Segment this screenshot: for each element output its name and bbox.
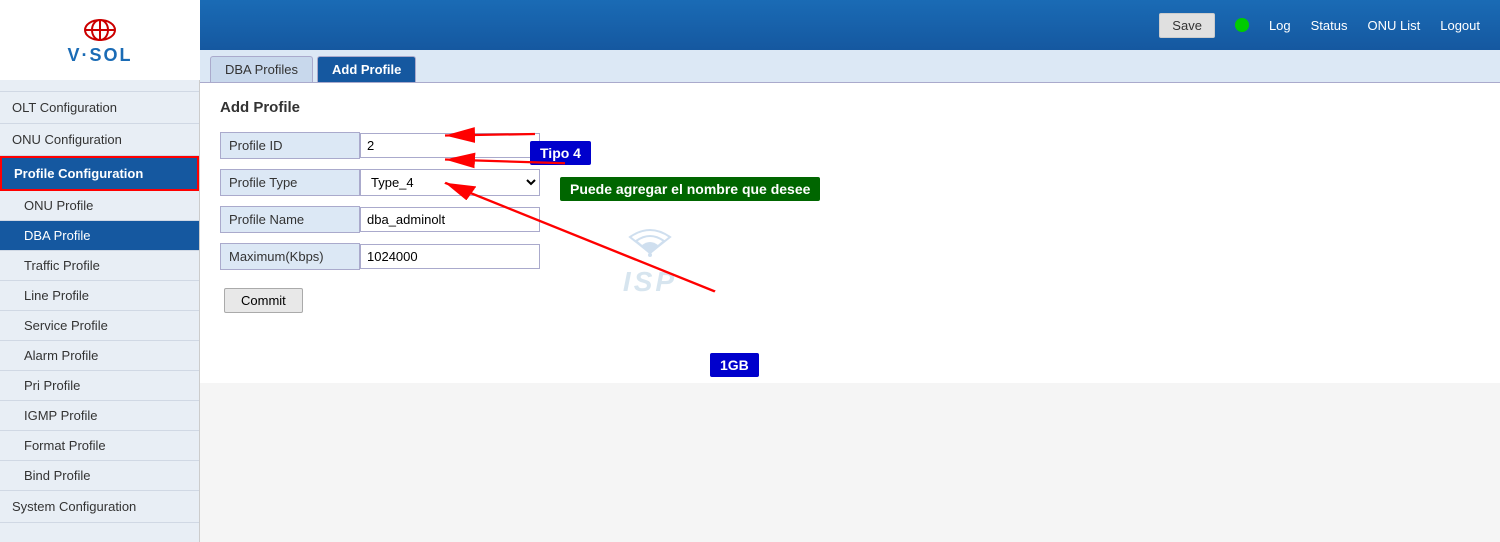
vsol-icon	[80, 15, 120, 45]
sidebar-item-dba-profile[interactable]: DBA Profile	[0, 221, 199, 251]
annotation-nombre: Puede agregar el nombre que desee	[560, 177, 820, 201]
form-row-profile-id: Profile ID	[220, 132, 1480, 159]
sidebar-item-format-profile[interactable]: Format Profile	[0, 431, 199, 461]
status-link[interactable]: Status	[1311, 18, 1348, 33]
sidebar-item-bind-profile[interactable]: Bind Profile	[0, 461, 199, 491]
sidebar-item-line-profile[interactable]: Line Profile	[0, 281, 199, 311]
status-indicator	[1235, 18, 1249, 32]
sidebar-item-onu-profile[interactable]: ONU Profile	[0, 191, 199, 221]
header: V·SOL Save Log Status ONU List Logout	[0, 0, 1500, 50]
header-right: Save Log Status ONU List Logout	[1159, 13, 1480, 38]
isp-watermark: ISP	[620, 223, 680, 298]
maximum-kbps-input[interactable]	[360, 244, 540, 269]
sidebar-item-service-profile[interactable]: Service Profile	[0, 311, 199, 341]
onu-list-link[interactable]: ONU List	[1368, 18, 1421, 33]
sidebar: OLT Information OLT Configuration ONU Co…	[0, 50, 200, 542]
sidebar-item-olt-configuration[interactable]: OLT Configuration	[0, 92, 199, 124]
form-row-profile-type: Profile Type Type_1 Type_2 Type_3 Type_4…	[220, 169, 1480, 196]
profile-id-label: Profile ID	[220, 132, 360, 159]
vsol-logo: V·SOL	[67, 15, 132, 66]
sidebar-item-onu-configuration[interactable]: ONU Configuration	[0, 124, 199, 156]
commit-button[interactable]: Commit	[224, 288, 303, 313]
sidebar-item-igmp-profile[interactable]: IGMP Profile	[0, 401, 199, 431]
sidebar-item-traffic-profile[interactable]: Traffic Profile	[0, 251, 199, 281]
sidebar-item-system-configuration[interactable]: System Configuration	[0, 491, 199, 523]
tab-bar: DBA Profiles Add Profile	[200, 50, 1500, 83]
form-row-maximum-kbps: Maximum(Kbps)	[220, 243, 1480, 270]
logo-area: V·SOL	[0, 0, 200, 80]
main-content: DBA Profiles Add Profile Add Profile Pro…	[200, 50, 1500, 542]
profile-name-label: Profile Name	[220, 206, 360, 233]
maximum-kbps-label: Maximum(Kbps)	[220, 243, 360, 270]
profile-id-input[interactable]	[360, 133, 540, 158]
layout: OLT Information OLT Configuration ONU Co…	[0, 50, 1500, 542]
logout-link[interactable]: Logout	[1440, 18, 1480, 33]
profile-type-select[interactable]: Type_1 Type_2 Type_3 Type_4 Type_5	[360, 169, 540, 196]
wifi-icon	[620, 223, 680, 263]
profile-name-input[interactable]	[360, 207, 540, 232]
isp-text: ISP	[620, 266, 680, 298]
tab-dba-profiles[interactable]: DBA Profiles	[210, 56, 313, 82]
tab-add-profile[interactable]: Add Profile	[317, 56, 416, 82]
content-area: Add Profile Profile ID Profile Type Type…	[200, 83, 1500, 383]
arrow-overlay	[200, 83, 1500, 383]
sidebar-item-profile-configuration[interactable]: Profile Configuration	[0, 156, 199, 191]
save-button[interactable]: Save	[1159, 13, 1215, 38]
log-link[interactable]: Log	[1269, 18, 1291, 33]
form-row-profile-name: Profile Name	[220, 206, 1480, 233]
logo-text: V·SOL	[67, 45, 132, 66]
profile-type-label: Profile Type	[220, 169, 360, 196]
sidebar-item-pri-profile[interactable]: Pri Profile	[0, 371, 199, 401]
page-title: Add Profile	[220, 99, 1480, 116]
annotation-tipo4: Tipo 4	[530, 141, 591, 165]
sidebar-item-alarm-profile[interactable]: Alarm Profile	[0, 341, 199, 371]
annotation-1gb: 1GB	[710, 353, 759, 377]
